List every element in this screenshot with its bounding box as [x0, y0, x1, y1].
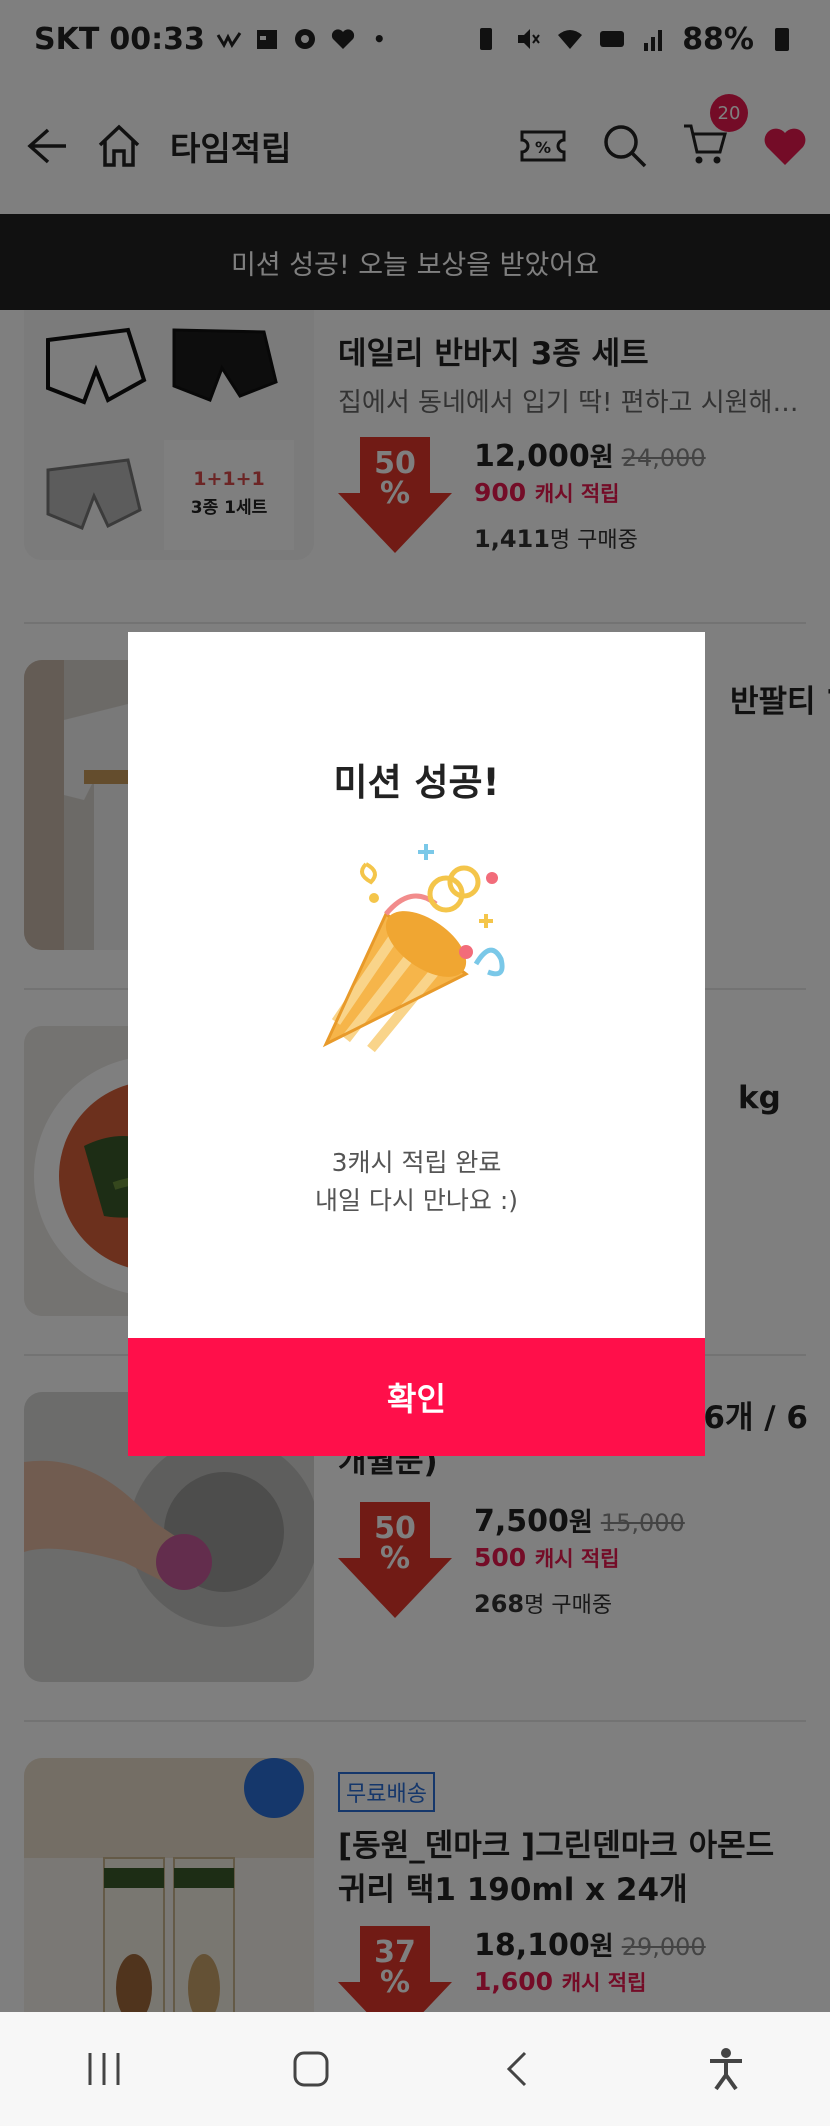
dialog-message-line2: 내일 다시 만나요 :): [314, 1186, 519, 1215]
confirm-button[interactable]: 확인: [128, 1338, 705, 1456]
screen: SKT 00:33 • 88% 타임적립 % 20: [0, 0, 830, 2126]
back-nav-icon: [506, 2051, 526, 2087]
dialog-message-line1: 3캐시 적립 완료: [331, 1148, 502, 1177]
back-nav-button[interactable]: [479, 2029, 559, 2109]
accessibility-icon: [710, 2048, 743, 2091]
recent-apps-button[interactable]: [64, 2029, 144, 2109]
home-nav-icon: [293, 2051, 329, 2087]
party-popper-icon: [322, 844, 505, 1053]
system-nav-bar: [0, 2012, 830, 2126]
status-dim-overlay: [0, 0, 830, 78]
recent-apps-icon: [88, 2053, 120, 2085]
accessibility-button[interactable]: [686, 2029, 766, 2109]
home-nav-button[interactable]: [271, 2029, 351, 2109]
dialog-title: 미션 성공!: [333, 761, 500, 804]
dialog-message: 3캐시 적립 완료 내일 다시 만나요 :): [128, 1144, 705, 1220]
mission-success-dialog: 미션 성공! 3캐시 적립 완료 내일 다시 만나요 :) 확인: [128, 632, 705, 1456]
